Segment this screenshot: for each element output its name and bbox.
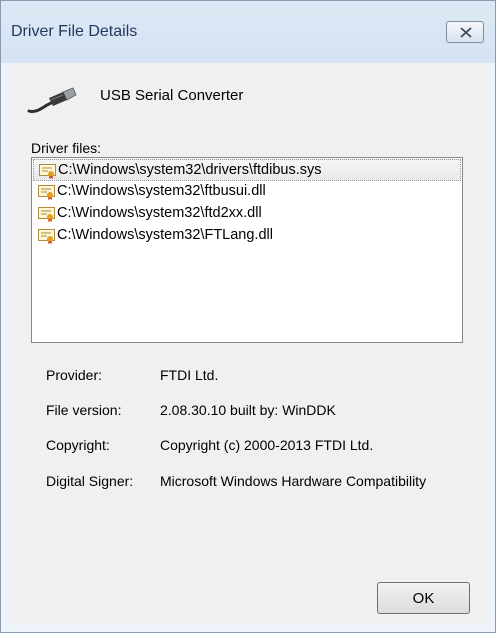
provider-value: FTDI Ltd.: [160, 367, 219, 383]
file-list-item[interactable]: C:\Windows\system32\drivers\ftdibus.sys: [33, 159, 461, 181]
file-path: C:\Windows\system32\FTLang.dll: [57, 227, 273, 243]
file-version-label: File version:: [46, 402, 122, 418]
provider-label: Provider:: [46, 367, 103, 383]
ok-button[interactable]: OK: [377, 582, 470, 614]
file-version-value: 2.08.30.10 built by: WinDDK: [160, 402, 336, 418]
file-path: C:\Windows\system32\ftbusui.dll: [57, 183, 266, 199]
usb-plug-icon: [27, 87, 77, 113]
file-path: C:\Windows\system32\drivers\ftdibus.sys: [58, 162, 322, 178]
certificate-file-icon: [38, 229, 55, 244]
title-bar[interactable]: Driver File Details: [1, 1, 495, 63]
file-list-item[interactable]: C:\Windows\system32\FTLang.dll: [33, 225, 461, 247]
certificate-file-icon: [38, 185, 55, 200]
copyright-value: Copyright (c) 2000-2013 FTDI Ltd.: [160, 437, 374, 453]
copyright-label: Copyright:: [46, 437, 110, 453]
digital-signer-value: Microsoft Windows Hardware Compatibility: [160, 473, 427, 489]
driver-file-details-dialog: Driver File Details USB Serial Converter…: [0, 0, 496, 633]
device-name: USB Serial Converter: [100, 87, 244, 104]
file-list-item[interactable]: C:\Windows\system32\ftd2xx.dll: [33, 203, 461, 225]
certificate-file-icon: [38, 207, 55, 222]
driver-files-label: Driver files:: [31, 140, 102, 156]
certificate-file-icon: [39, 164, 56, 179]
driver-files-list[interactable]: C:\Windows\system32\drivers\ftdibus.sys …: [31, 157, 463, 343]
file-list-item[interactable]: C:\Windows\system32\ftbusui.dll: [33, 181, 461, 203]
file-path: C:\Windows\system32\ftd2xx.dll: [57, 205, 262, 221]
close-button[interactable]: [446, 21, 484, 43]
digital-signer-label: Digital Signer:: [46, 473, 134, 489]
close-icon: [460, 27, 472, 38]
window-title: Driver File Details: [11, 23, 138, 40]
dialog-body: USB Serial Converter Driver files: C:\Wi…: [9, 63, 487, 623]
